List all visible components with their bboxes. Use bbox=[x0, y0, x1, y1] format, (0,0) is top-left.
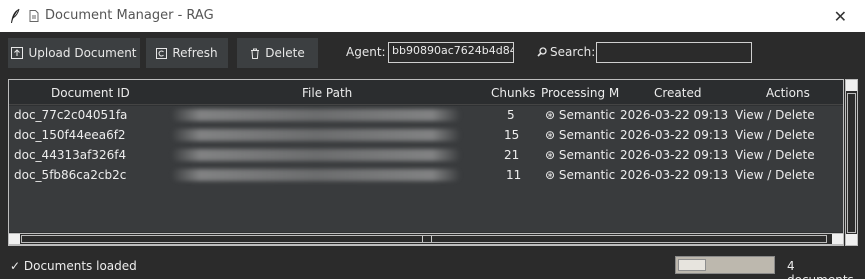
scroll-left-arrow-icon[interactable] bbox=[9, 234, 20, 244]
upload-icon bbox=[11, 47, 24, 59]
column-header-created[interactable]: Created bbox=[654, 86, 702, 100]
processing-cell: ⊛ Semantic bbox=[545, 128, 616, 142]
toolbar: Upload Document Refresh Delete Agent: bb… bbox=[0, 32, 865, 74]
chunks-cell: 21 bbox=[504, 148, 520, 162]
scroll-right-arrow-icon[interactable] bbox=[832, 234, 843, 244]
file-path-cell-redacted bbox=[171, 109, 461, 121]
progress-fill bbox=[678, 259, 706, 271]
table-row[interactable]: doc_77c2c04051fa 5 ⊛ Semantic 2026-03-22… bbox=[9, 106, 843, 126]
column-header-actions[interactable]: Actions bbox=[766, 86, 810, 100]
chunks-cell: 15 bbox=[504, 128, 520, 142]
search-icon bbox=[537, 47, 547, 57]
actions-cell[interactable]: View / Delete bbox=[735, 108, 815, 122]
chunks-cell: 11 bbox=[506, 168, 522, 182]
file-path-cell-redacted bbox=[171, 169, 461, 181]
status-bar: ✓ Documents loaded 4 documents bbox=[0, 254, 865, 279]
upload-document-label: Upload Document bbox=[28, 46, 137, 60]
agent-label: Agent: bbox=[346, 45, 386, 59]
chunks-cell: 5 bbox=[507, 108, 515, 122]
refresh-icon bbox=[156, 47, 168, 59]
brain-icon: ⊛ bbox=[545, 148, 556, 162]
close-icon[interactable]: ✕ bbox=[834, 7, 847, 26]
documents-table: Document ID File Path Chunks Processing … bbox=[8, 79, 844, 246]
processing-cell: ⊛ Semantic bbox=[545, 168, 616, 182]
created-cell: 2026-03-22 09:13 bbox=[620, 168, 729, 182]
processing-cell: ⊛ Semantic bbox=[545, 108, 616, 122]
trash-icon bbox=[251, 48, 260, 59]
document-id-cell: doc_5fb86ca2cb2c bbox=[14, 168, 127, 182]
brain-icon: ⊛ bbox=[545, 108, 556, 122]
table-header: Document ID File Path Chunks Processing … bbox=[9, 80, 843, 105]
progress-bar bbox=[675, 256, 775, 274]
status-message: ✓ Documents loaded bbox=[10, 259, 137, 273]
column-header-chunks[interactable]: Chunks bbox=[491, 86, 535, 100]
search-label: Search: bbox=[550, 45, 596, 59]
actions-cell[interactable]: View / Delete bbox=[735, 148, 815, 162]
brain-icon: ⊛ bbox=[545, 168, 556, 182]
column-header-document-id[interactable]: Document ID bbox=[51, 86, 130, 100]
column-header-file-path[interactable]: File Path bbox=[302, 86, 352, 100]
upload-document-button[interactable]: Upload Document bbox=[8, 38, 140, 68]
created-cell: 2026-03-22 09:13 bbox=[620, 128, 729, 142]
refresh-button[interactable]: Refresh bbox=[146, 38, 228, 68]
actions-cell[interactable]: View / Delete bbox=[735, 168, 815, 182]
table-row[interactable]: doc_5fb86ca2cb2c 11 ⊛ Semantic 2026-03-2… bbox=[9, 166, 843, 186]
delete-button[interactable]: Delete bbox=[237, 38, 318, 68]
vertical-scrollbar[interactable] bbox=[845, 79, 858, 246]
document-id-cell: doc_150f44eea6f2 bbox=[14, 128, 126, 142]
feather-app-icon bbox=[11, 8, 20, 23]
scroll-down-arrow-icon[interactable] bbox=[846, 234, 857, 245]
file-path-cell-redacted bbox=[171, 149, 461, 161]
table-body: doc_77c2c04051fa 5 ⊛ Semantic 2026-03-22… bbox=[9, 106, 843, 232]
delete-label: Delete bbox=[265, 46, 305, 60]
horizontal-scroll-thumb[interactable] bbox=[21, 235, 827, 243]
document-count: 4 documents bbox=[787, 259, 854, 279]
scroll-up-arrow-icon[interactable] bbox=[846, 80, 857, 91]
title-bar: Document Manager - RAG ✕ bbox=[0, 0, 865, 32]
processing-cell: ⊛ Semantic bbox=[545, 148, 616, 162]
window-title: Document Manager - RAG bbox=[45, 8, 214, 23]
vertical-scroll-thumb[interactable] bbox=[847, 93, 856, 233]
file-path-cell-redacted bbox=[171, 129, 461, 141]
created-cell: 2026-03-22 09:13 bbox=[620, 148, 729, 162]
document-id-cell: doc_44313af326f4 bbox=[14, 148, 127, 162]
created-cell: 2026-03-22 09:13 bbox=[620, 108, 729, 122]
scroll-grip-icon bbox=[422, 236, 432, 242]
table-row[interactable]: doc_44313af326f4 21 ⊛ Semantic 2026-03-2… bbox=[9, 146, 843, 166]
refresh-label: Refresh bbox=[172, 46, 218, 60]
search-input[interactable] bbox=[596, 42, 752, 63]
agent-input[interactable]: bb90890ac7624b4d84f4 bbox=[388, 42, 514, 63]
table-row[interactable]: doc_150f44eea6f2 15 ⊛ Semantic 2026-03-2… bbox=[9, 126, 843, 146]
column-header-processing-mode[interactable]: Processing M bbox=[541, 86, 619, 100]
horizontal-scrollbar[interactable] bbox=[8, 233, 844, 245]
document-id-cell: doc_77c2c04051fa bbox=[14, 108, 128, 122]
actions-cell[interactable]: View / Delete bbox=[735, 128, 815, 142]
document-icon bbox=[29, 10, 39, 22]
brain-icon: ⊛ bbox=[545, 128, 556, 142]
